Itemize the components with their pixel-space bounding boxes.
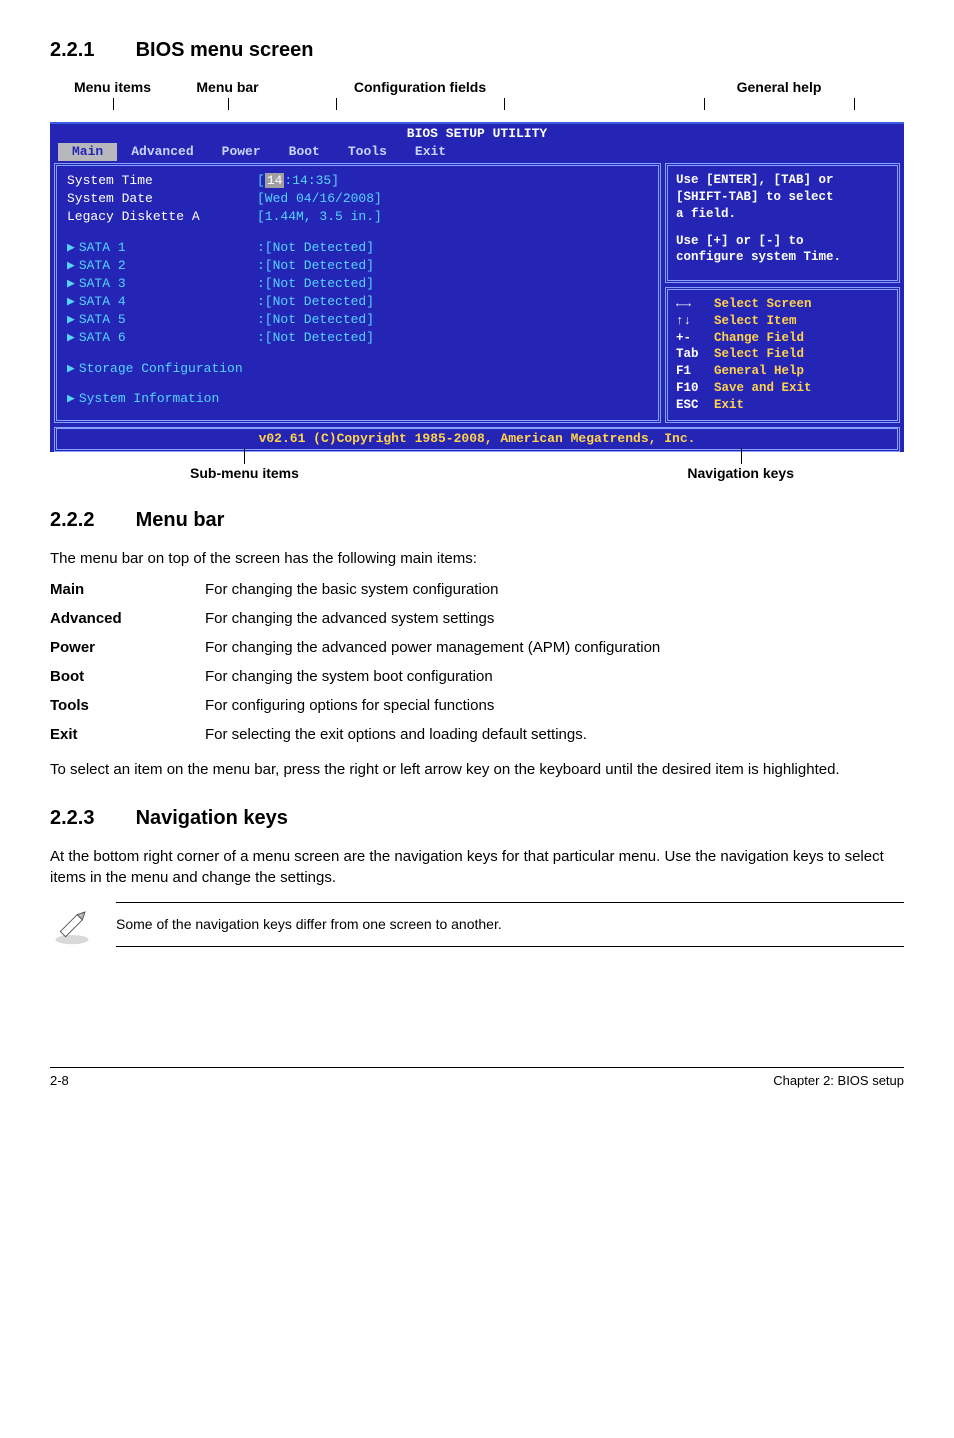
value-sata6: :[Not Detected] [257,329,374,347]
item-sata5[interactable]: SATA 5 [79,312,126,327]
section-heading-223: 2.2.3 Navigation keys [50,804,904,832]
chevron-right-icon: ▶ [67,258,75,273]
table-row: ExitFor selecting the exit options and l… [50,720,660,749]
item-storage-config[interactable]: Storage Configuration [79,360,243,378]
chevron-right-icon: ▶ [67,360,75,378]
table-row: PowerFor changing the advanced power man… [50,633,660,662]
menu-exit[interactable]: Exit [401,143,460,161]
value-legacy-diskette[interactable]: [1.44M, 3.5 in.] [257,208,382,226]
item-system-time[interactable]: System Time [67,172,257,190]
bios-panel: BIOS SETUP UTILITY Main Advanced Power B… [50,122,904,453]
note-text: Some of the navigation keys differ from … [116,902,904,948]
section-num: 2.2.3 [50,804,130,832]
table-row: MainFor changing the basic system config… [50,575,660,604]
label-general-help: General help [654,78,904,98]
section-title: Menu bar [136,509,225,531]
value-sata2: :[Not Detected] [257,257,374,275]
menu-boot[interactable]: Boot [275,143,334,161]
page-footer: 2-8 Chapter 2: BIOS setup [50,1067,904,1090]
table-row: AdvancedFor changing the advanced system… [50,604,660,633]
bios-footer: v02.61 (C)Copyright 1985-2008, American … [54,427,900,452]
menubar-intro: The menu bar on top of the screen has th… [50,548,904,569]
chevron-right-icon: ▶ [67,330,75,345]
table-row: BootFor changing the system boot configu… [50,662,660,691]
navkeys-paragraph: At the bottom right corner of a menu scr… [50,846,904,888]
value-sata5: :[Not Detected] [257,311,374,329]
chapter-label: Chapter 2: BIOS setup [773,1072,904,1090]
item-system-info[interactable]: System Information [79,390,219,408]
chevron-right-icon: ▶ [67,240,75,255]
chevron-right-icon: ▶ [67,276,75,291]
label-submenu-items: Sub-menu items [190,464,299,484]
menubar-table: MainFor changing the basic system config… [50,575,660,749]
label-menu-bar: Menu bar [175,78,280,98]
chevron-right-icon: ▶ [67,312,75,327]
item-sata4[interactable]: SATA 4 [79,294,126,309]
section-num: 2.2.2 [50,506,130,534]
bios-nav-box: Select Screen Select Item +-Change Field… [665,287,900,423]
menubar-outro: To select an item on the menu bar, press… [50,759,904,780]
bios-left-pane: System Time [14:14:35] System Date [Wed … [54,163,661,423]
bios-help-box: Use [ENTER], [TAB] or [SHIFT-TAB] to sel… [665,163,900,283]
note-block: Some of the navigation keys differ from … [50,902,904,948]
item-sata1[interactable]: SATA 1 [79,240,126,255]
value-system-date[interactable]: [Wed 04/16/2008] [257,190,382,208]
value-sata3: :[Not Detected] [257,275,374,293]
section-num: 2.2.1 [50,36,130,64]
menu-power[interactable]: Power [208,143,275,161]
pencil-icon [50,903,94,947]
menu-advanced[interactable]: Advanced [117,143,207,161]
section-heading-222: 2.2.2 Menu bar [50,506,904,534]
page-number: 2-8 [50,1072,69,1090]
arrows-ud-icon [676,313,714,330]
value-sata1: :[Not Detected] [257,239,374,257]
item-sata6[interactable]: SATA 6 [79,330,126,345]
menu-tools[interactable]: Tools [334,143,401,161]
section-title: BIOS menu screen [136,39,314,61]
bios-title: BIOS SETUP UTILITY [50,124,904,143]
section-heading-221: 2.2.1 BIOS menu screen [50,36,904,64]
arrows-lr-icon [676,296,714,313]
label-navigation-keys: Navigation keys [687,464,794,484]
section-title: Navigation keys [136,807,288,829]
menu-main[interactable]: Main [58,143,117,161]
table-row: ToolsFor configuring options for special… [50,691,660,720]
item-system-date[interactable]: System Date [67,190,257,208]
item-sata2[interactable]: SATA 2 [79,258,126,273]
bios-menubar: Main Advanced Power Boot Tools Exit [50,143,904,163]
value-sata4: :[Not Detected] [257,293,374,311]
bottom-label-row: Sub-menu items Navigation keys [50,456,904,484]
item-sata3[interactable]: SATA 3 [79,276,126,291]
value-system-time[interactable]: [14:14:35] [257,172,339,190]
chevron-right-icon: ▶ [67,390,75,408]
label-menu-items: Menu items [50,78,175,98]
chevron-right-icon: ▶ [67,294,75,309]
item-legacy-diskette[interactable]: Legacy Diskette A [67,208,257,226]
top-label-row: Menu items Menu bar Configuration fields… [50,78,904,98]
label-config-fields: Configuration fields [280,78,560,98]
